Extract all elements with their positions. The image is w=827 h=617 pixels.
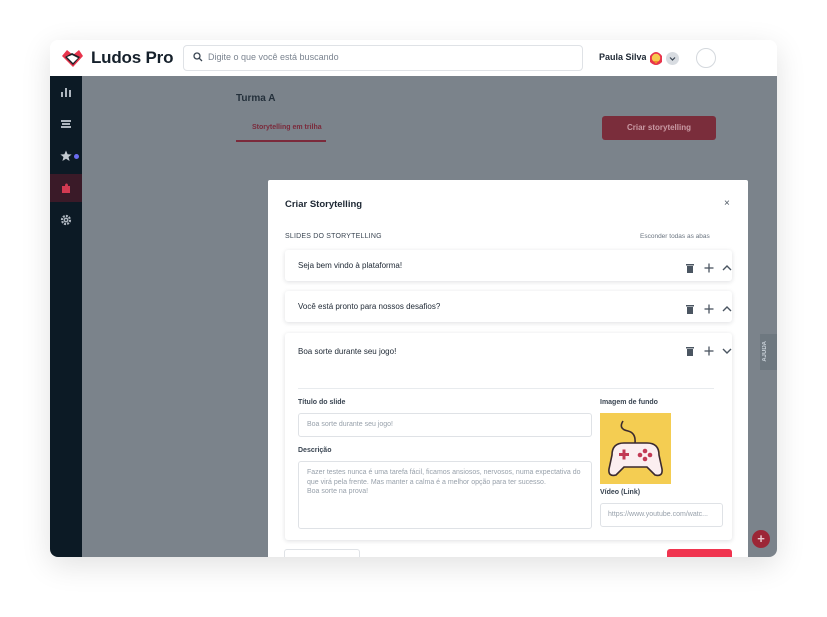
page-title: Turma A	[236, 93, 276, 104]
divider	[298, 388, 714, 389]
description-textarea[interactable]: Fazer testes nunca é uma tarefa fácil, f…	[298, 461, 592, 529]
sidebar	[50, 76, 82, 557]
section-title: SLIDES DO STORYTELLING	[285, 233, 382, 240]
help-tab[interactable]: AJUDA	[760, 334, 777, 370]
notification-icon[interactable]	[696, 48, 716, 68]
sidebar-item-storytelling[interactable]	[50, 174, 82, 202]
sidebar-item-dashboard[interactable]	[50, 78, 82, 106]
chevron-up-icon[interactable]	[722, 260, 732, 278]
create-storytelling-modal: Criar Storytelling × SLIDES DO STORYTELL…	[268, 180, 748, 557]
gamepad-icon	[608, 420, 663, 477]
add-button[interactable]: +	[752, 530, 770, 548]
close-icon[interactable]: ×	[724, 198, 730, 209]
sidebar-item-settings[interactable]	[50, 206, 82, 234]
app-window: Ludos Pro Digite o que você está buscand…	[50, 40, 777, 557]
slide-title-input[interactable]: Boa sorte durante seu jogo!	[298, 413, 592, 437]
slide-title: Seja bem vindo à plataforma!	[298, 261, 403, 270]
plus-icon: +	[757, 531, 765, 546]
chevron-down-icon[interactable]	[722, 343, 732, 361]
gear-icon	[60, 214, 72, 226]
notification-dot	[74, 154, 79, 159]
create-storytelling-button[interactable]: Criar storytelling	[602, 116, 716, 140]
content-overlay: Turma A Storytelling em trilha Criar sto…	[82, 76, 777, 557]
avatar[interactable]	[645, 47, 667, 69]
move-icon[interactable]	[704, 301, 714, 319]
tab-storytelling[interactable]: Storytelling em trilha	[252, 124, 322, 131]
search-icon	[193, 52, 203, 62]
ranking-icon	[61, 120, 71, 128]
user-name[interactable]: Paula Silva	[599, 52, 647, 62]
background-label: Imagem de fundo	[600, 399, 658, 406]
search-input[interactable]: Digite o que você está buscando	[208, 52, 339, 62]
trash-icon[interactable]	[686, 260, 694, 278]
description-label: Descrição	[298, 447, 332, 454]
slide-actions	[666, 343, 732, 356]
cancel-button[interactable]: Cancelar	[284, 549, 360, 557]
slide-actions	[666, 260, 732, 273]
tab-indicator	[236, 140, 326, 142]
star-icon	[60, 150, 72, 161]
hide-all-link[interactable]: Esconder todas as abas	[640, 233, 710, 240]
help-label: AJUDA	[762, 341, 768, 362]
title-label: Título do slide	[298, 399, 346, 406]
move-icon[interactable]	[704, 343, 714, 361]
sidebar-item-favorites[interactable]	[50, 142, 82, 170]
video-link-input[interactable]: https://www.youtube.com/watc...	[600, 503, 723, 527]
video-label: Vídeo (Link)	[600, 489, 641, 496]
background-image[interactable]	[600, 413, 671, 484]
logo-icon	[62, 50, 83, 67]
slide-title: Boa sorte durante seu jogo!	[298, 347, 397, 356]
puzzle-icon	[62, 183, 70, 193]
modal-title: Criar Storytelling	[285, 199, 363, 210]
search-bar[interactable]: Digite o que você está buscando	[183, 45, 583, 71]
top-bar: Ludos Pro Digite o que você está buscand…	[50, 40, 777, 77]
bar-chart-icon	[61, 88, 71, 97]
user-menu-toggle[interactable]	[666, 52, 679, 65]
trash-icon[interactable]	[686, 301, 694, 319]
slide-title: Você está pronto para nossos desafios?	[298, 302, 441, 311]
chevron-up-icon[interactable]	[722, 301, 732, 319]
slide-item[interactable]: Você está pronto para nossos desafios?	[285, 291, 732, 322]
slide-item[interactable]: Seja bem vindo à plataforma!	[285, 250, 732, 281]
chevron-down-icon	[669, 57, 676, 61]
sidebar-item-ranking[interactable]	[50, 110, 82, 138]
save-button[interactable]: Salvar	[667, 549, 732, 557]
brand-name: Ludos Pro	[91, 48, 174, 67]
slide-item-expanded: Boa sorte durante seu jogo! Título do sl…	[285, 333, 732, 540]
slide-actions	[666, 301, 732, 314]
move-icon[interactable]	[704, 260, 714, 278]
trash-icon[interactable]	[686, 343, 694, 361]
